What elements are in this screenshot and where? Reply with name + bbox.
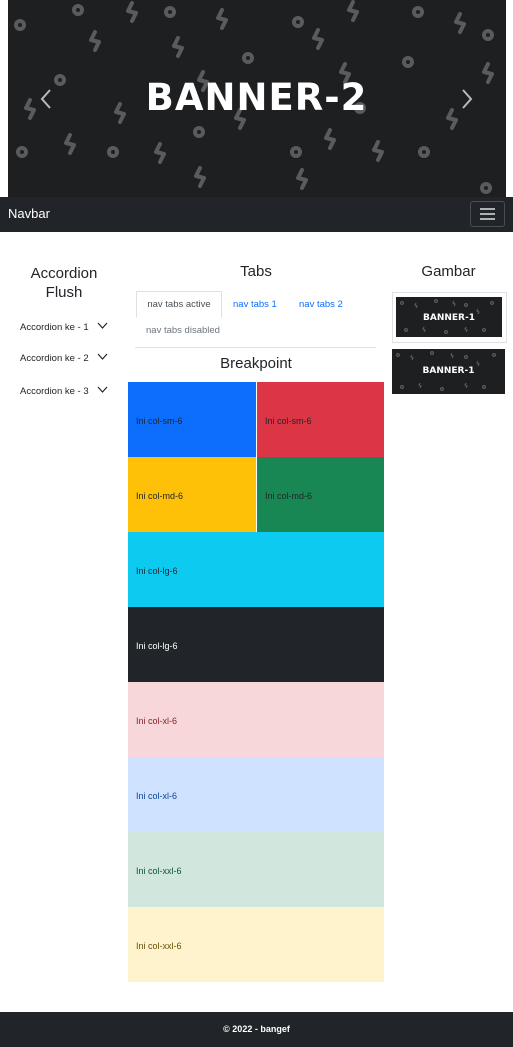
breakpoint-cell: Ini col-xxl-6 [128,832,384,907]
gallery-image-2-text: BANNER-1 [422,366,475,376]
accordion-heading: Accordion Flush [10,264,118,302]
breakpoint-cell-label: Ini col-sm-6 [136,416,183,426]
chevron-left-icon [40,89,51,109]
tab-disabled: nav tabs disabled [146,325,220,336]
breakpoint-cell-label: Ini col-md-6 [136,491,184,501]
breakpoint-cell-label: Ini col-xl-6 [136,791,178,801]
accordion-item-2[interactable]: Accordion ke - 2 [20,353,110,364]
accordion-item-label: Accordion ke - 2 [20,353,89,364]
tabs-heading: Tabs [240,263,272,280]
breakpoint-cell: Ini col-xxl-6 [128,907,384,982]
carousel-prev-button[interactable] [33,84,59,114]
breakpoint-cell-label: Ini col-lg-6 [136,566,178,576]
breakpoint-cell: Ini col-sm-6 [128,382,256,457]
breakpoint-heading: Breakpoint [220,355,292,372]
accordion-item-label: Accordion ke - 3 [20,386,89,397]
carousel-slide-title: BANNER-2 [145,76,368,119]
tabs-divider [135,347,376,348]
gallery-image-1-text: BANNER-1 [423,313,475,323]
hero-carousel: BANNER-2 [0,0,513,197]
accordion-heading-line1: Accordion [30,265,98,282]
breakpoint-cell-label: Ini col-xxl-6 [136,941,182,951]
chevron-right-icon [462,89,473,109]
breakpoint-cell-label: Ini col-md-6 [265,491,313,501]
accordion-heading-line2: Flush [45,284,83,301]
chevron-down-icon [97,386,108,393]
gallery-image-1: BANNER-1 [396,297,502,337]
navbar-toggler-button[interactable] [470,201,505,227]
footer-text: © 2022 - bangef [223,1024,290,1034]
accordion-item-1[interactable]: Accordion ke - 1 [20,322,110,333]
footer: © 2022 - bangef [0,1012,513,1047]
accordion-item-3[interactable]: Accordion ke - 3 [20,386,110,397]
breakpoint-cell: Ini col-xl-6 [128,682,384,757]
accordion-item-label: Accordion ke - 1 [20,322,89,333]
breakpoint-cell-label: Ini col-lg-6 [136,641,178,651]
chevron-down-icon [97,353,108,360]
breakpoint-cell: Ini col-xl-6 [128,757,384,832]
breakpoint-cell: Ini col-md-6 [257,457,384,532]
gallery-heading: Gambar [421,263,476,280]
carousel-next-button[interactable] [454,84,480,114]
navbar-brand[interactable]: Navbar [8,206,50,221]
tab-1[interactable]: nav tabs 1 [233,299,277,310]
breakpoint-cell-label: Ini col-xxl-6 [136,866,182,876]
breakpoint-cell: Ini col-sm-6 [257,382,384,457]
chevron-down-icon [97,322,108,329]
tab-2[interactable]: nav tabs 2 [299,299,343,310]
breakpoint-cell-label: Ini col-sm-6 [265,416,312,426]
breakpoint-cell: Ini col-lg-6 [128,607,384,682]
navbar: Navbar [0,197,513,232]
gallery-image-2: BANNER-1 [392,349,505,394]
tab-active[interactable]: nav tabs active [136,291,222,318]
gallery-image-1-frame: BANNER-1 [392,292,507,343]
breakpoint-cell: Ini col-lg-6 [128,532,384,607]
breakpoint-cell-label: Ini col-xl-6 [136,716,178,726]
breakpoint-cell: Ini col-md-6 [128,457,256,532]
